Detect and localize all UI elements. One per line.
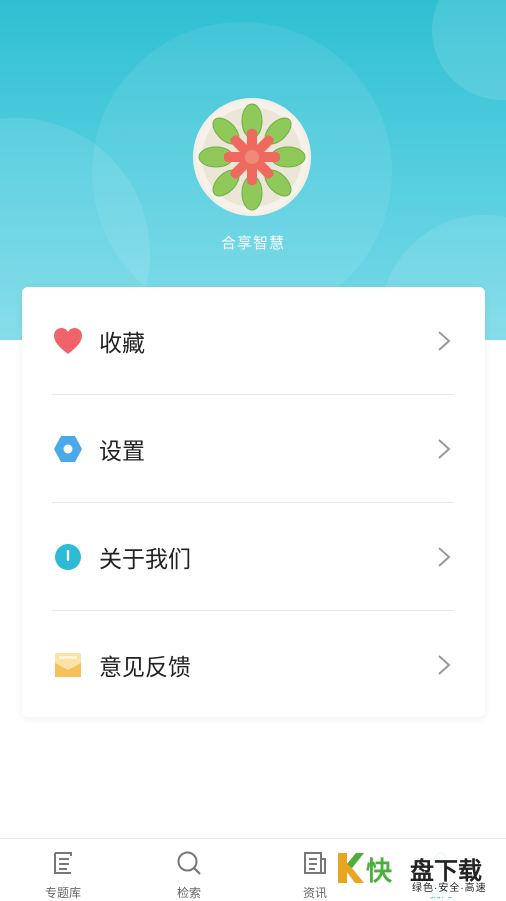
bottom-tab-bar: 专题库 检索 资讯 我的 快 盘下载 绿色·安全·高速 [0, 838, 506, 901]
envelope-feedback-icon [53, 650, 83, 680]
menu-item-about-us[interactable]: 关于我们 [22, 503, 485, 611]
menu-item-favorites[interactable]: 收藏 [22, 287, 485, 395]
menu-card: 收藏 设置 关于我们 意见反馈 [22, 287, 485, 717]
news-icon [304, 852, 326, 874]
header-decoration [432, 0, 506, 100]
menu-item-label: 收藏 [99, 330, 145, 356]
menu-item-settings[interactable]: 设置 [22, 395, 485, 503]
chevron-right-icon [438, 439, 451, 459]
search-icon [177, 851, 201, 875]
menu-item-feedback[interactable]: 意见反馈 [22, 611, 485, 719]
watermark-slogan: 绿色·安全·高速 [412, 883, 487, 894]
username: 合享智慧 [220, 235, 285, 252]
avatar[interactable] [193, 98, 311, 216]
chevron-right-icon [438, 547, 451, 567]
hexagon-settings-icon [53, 434, 83, 464]
tab-label: 检索 [176, 886, 201, 900]
info-circle-icon [53, 542, 83, 572]
k-logo-icon [338, 853, 364, 883]
chevron-right-icon [438, 331, 451, 351]
menu-item-label: 意见反馈 [99, 654, 191, 680]
chevron-right-icon [438, 655, 451, 675]
dumpling-plate-avatar [196, 101, 308, 213]
tab-label: 专题库 [44, 886, 81, 900]
heart-icon [53, 326, 83, 356]
menu-item-label: 关于我们 [99, 546, 191, 572]
topic-list-icon [54, 852, 72, 874]
menu-item-label: 设置 [99, 438, 145, 464]
tab-topic-library[interactable]: 专题库 [0, 839, 126, 901]
watermark-fast: 快 [366, 856, 393, 886]
watermark-logo: 快 盘下载 绿色·安全·高速 [336, 849, 506, 897]
tab-search[interactable]: 检索 [126, 839, 252, 901]
